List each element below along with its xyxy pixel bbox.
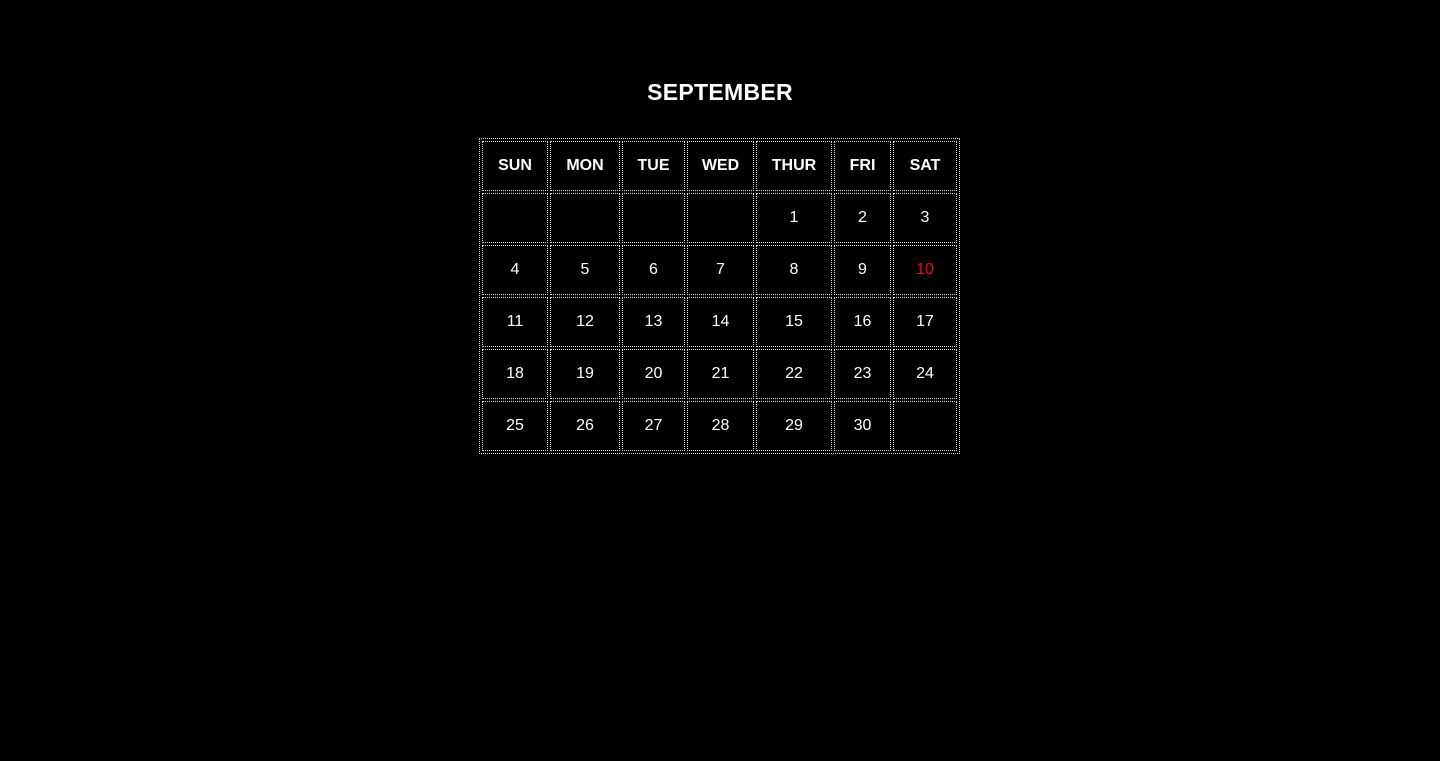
weekday-header-thur: THUR bbox=[756, 141, 832, 191]
day-cell: 3 bbox=[893, 193, 957, 243]
day-cell bbox=[687, 193, 754, 243]
day-cell: 1 bbox=[756, 193, 832, 243]
day-cell: 21 bbox=[687, 349, 754, 399]
week-row: 18 19 20 21 22 23 24 bbox=[482, 349, 957, 399]
day-cell: 29 bbox=[756, 401, 832, 451]
weekday-header-row: SUN MON TUE WED THUR FRI SAT bbox=[482, 141, 957, 191]
day-cell bbox=[550, 193, 620, 243]
day-cell: 17 bbox=[893, 297, 957, 347]
day-cell: 26 bbox=[550, 401, 620, 451]
day-cell: 28 bbox=[687, 401, 754, 451]
day-cell: 8 bbox=[756, 245, 832, 295]
day-cell: 24 bbox=[893, 349, 957, 399]
weekday-header-sun: SUN bbox=[482, 141, 548, 191]
day-cell: 19 bbox=[550, 349, 620, 399]
day-cell: 4 bbox=[482, 245, 548, 295]
day-cell: 11 bbox=[482, 297, 548, 347]
calendar-body: 1 2 3 4 5 6 7 8 9 10 11 12 13 14 15 16 1… bbox=[482, 193, 957, 451]
week-row: 25 26 27 28 29 30 bbox=[482, 401, 957, 451]
day-cell: 18 bbox=[482, 349, 548, 399]
week-row: 4 5 6 7 8 9 10 bbox=[482, 245, 957, 295]
weekday-header-mon: MON bbox=[550, 141, 620, 191]
weekday-header-tue: TUE bbox=[622, 141, 685, 191]
day-cell: 20 bbox=[622, 349, 685, 399]
day-cell bbox=[622, 193, 685, 243]
day-cell: 22 bbox=[756, 349, 832, 399]
weekday-header-sat: SAT bbox=[893, 141, 957, 191]
day-cell: 14 bbox=[687, 297, 754, 347]
week-row: 1 2 3 bbox=[482, 193, 957, 243]
day-cell: 30 bbox=[834, 401, 891, 451]
calendar-table: SUN MON TUE WED THUR FRI SAT 1 2 3 4 5 6… bbox=[479, 138, 960, 454]
day-cell: 9 bbox=[834, 245, 891, 295]
day-cell: 16 bbox=[834, 297, 891, 347]
day-cell bbox=[893, 401, 957, 451]
day-cell: 27 bbox=[622, 401, 685, 451]
calendar-header: SUN MON TUE WED THUR FRI SAT bbox=[482, 141, 957, 191]
day-cell: 23 bbox=[834, 349, 891, 399]
day-cell: 15 bbox=[756, 297, 832, 347]
day-cell: 6 bbox=[622, 245, 685, 295]
day-cell: 13 bbox=[622, 297, 685, 347]
day-cell: 25 bbox=[482, 401, 548, 451]
day-cell: 5 bbox=[550, 245, 620, 295]
weekday-header-fri: FRI bbox=[834, 141, 891, 191]
week-row: 11 12 13 14 15 16 17 bbox=[482, 297, 957, 347]
day-cell bbox=[482, 193, 548, 243]
day-cell: 7 bbox=[687, 245, 754, 295]
day-cell: 2 bbox=[834, 193, 891, 243]
weekday-header-wed: WED bbox=[687, 141, 754, 191]
day-cell: 12 bbox=[550, 297, 620, 347]
month-title: SEPTEMBER bbox=[647, 79, 793, 105]
day-cell-highlighted: 10 bbox=[893, 245, 957, 295]
